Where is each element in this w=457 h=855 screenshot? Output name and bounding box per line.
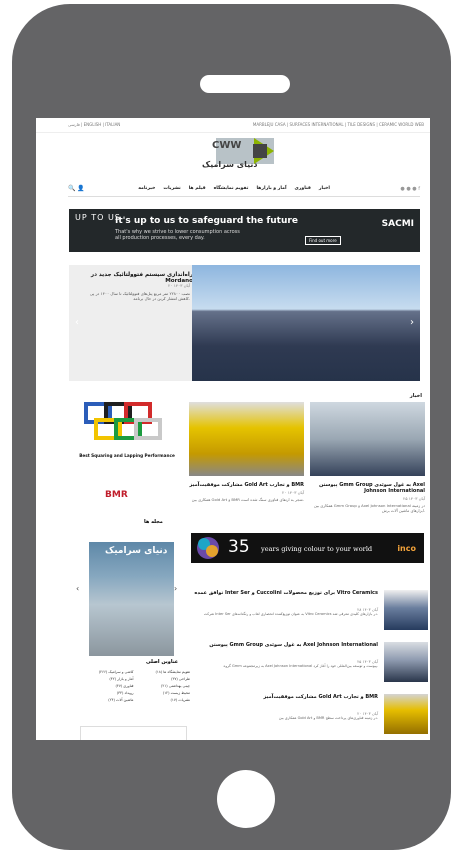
nav-item[interactable]: نشریات [163,186,180,191]
category-item[interactable]: طراحی (۳۷) [137,677,190,681]
nav-item[interactable]: تقویم نمایشگاه [214,186,249,191]
card-title[interactable]: مشارکت موفقیت‌آمیز Gold Art و تجارب BMR [189,482,304,488]
top-links[interactable]: MARBLEJU CASA | SURFACES INTERNATIONAL |… [253,122,424,127]
category-item[interactable]: ماشین آلات (۲۴) [80,698,133,702]
logo-text: دنیای سرامیک [202,160,258,169]
magazine-prev-icon[interactable]: ‹ [76,584,79,593]
categories-title: عناوین اصلی [146,659,179,665]
list-image[interactable] [384,642,428,682]
slider-prev-icon[interactable]: ‹ [75,317,79,328]
list-title[interactable]: پیوستن Gmm Group به غول سوئدی Axel Johns… [192,642,378,648]
category-item[interactable]: نشریات (۱۷) [137,698,191,702]
bottom-box [80,726,187,740]
list-description: گروه Gmm به زیرمجموعه Axel Johnson Inter… [223,664,378,668]
top-bar: فارسی | ENGLISH | ITALIAN MARBLEJU CASA … [36,118,430,133]
logo-mark: CWW [212,140,242,151]
list-description: همکاری بین Gold Art و BMR در زمینه فناور… [278,716,378,720]
inco-logo: inco [397,544,416,553]
news-card[interactable]: مشارکت موفقیت‌آمیز Gold Art و تجارب BMR … [189,402,304,502]
ad2-text: years giving colour to your world [261,545,373,553]
news-card[interactable]: پیوستن Gmm Group به غول سوئدی Axel Johns… [310,402,425,513]
category-list: کاشی و سرامیک (۲۶۶) تقویم نمایشگاه ها (۱… [80,670,190,702]
main-navigation: 🔍 👤 خبرنامه نشریات فیلم ها تقویم نمایشگا… [68,182,420,197]
card-date: ۲۵ آبان ۱۴۰۳ [403,496,425,501]
category-item[interactable]: چینی بهداشتی (۲۱) [137,684,190,688]
magazine-title: دنیای سرامیک [105,546,168,556]
slide-description: نصب ۲۲۸۰۰ متر مربع پنل‌های فتوولتائیک تا… [89,291,190,301]
magazine-cover[interactable]: دنیای سرامیک [89,542,174,656]
category-item[interactable]: کاشی و سرامیک (۲۶۶) [80,670,134,674]
slide-date: ۲۰ آبان ۱۴۰۳ [168,283,190,288]
phone-speaker [200,75,290,93]
bmr-logo[interactable]: BMR [105,490,128,500]
list-image[interactable] [384,590,428,630]
squares-ad[interactable]: Best Squaring and Lapping Performance [74,402,180,462]
nav-item[interactable]: اخبار [319,186,330,191]
card-description: همکاری بین Gmm Group و Axel Johnson Inte… [313,503,425,513]
ad1-text: Best Squaring and Lapping Performance [79,453,175,458]
card-image[interactable] [189,402,304,476]
social-icons[interactable]: ● ● ● f [400,186,420,192]
nav-tools[interactable]: 🔍 👤 [68,185,85,192]
inco-banner[interactable]: 35 years giving colour to your world inc… [191,533,424,563]
list-item[interactable]: توافق عمده Inter Ser و Cuccolini برای تو… [188,590,428,630]
home-button[interactable] [217,770,275,828]
banner-upus-label: UP TO US [75,213,121,222]
card-image[interactable] [310,402,425,476]
list-description: شرکت Inter Ser به عنوان توزیع‌کننده انحص… [203,612,378,616]
slide-text: راه‌اندازی سیستم فتوولتائیک جدید در Mord… [69,265,193,381]
category-item[interactable]: آمار و بازار (۴۲) [80,677,133,681]
banner-button[interactable]: Find out more [305,236,341,245]
category-item[interactable]: تقویم نمایشگاه ها (۱۸) [137,670,190,674]
card-title[interactable]: پیوستن Gmm Group به غول سوئدی Axel Johns… [310,482,425,494]
category-item[interactable]: محیط زیست (۱۲) [137,691,190,695]
nav-item[interactable]: فناوری [295,186,311,191]
list-title[interactable]: توافق عمده Inter Ser و Cuccolini برای تو… [192,590,378,596]
solar-panels-image[interactable] [192,265,420,381]
website-screen: فارسی | ENGLISH | ITALIAN MARBLEJU CASA … [36,118,430,740]
sacmi-logo: SACMI [381,219,414,229]
banner-subtitle: That's why we strive to lower consumptio… [115,229,240,241]
ad2-number: 35 [228,537,250,557]
banner-title: It's up to us to safeguard the future [115,216,298,226]
nav-item[interactable]: فیلم ها [189,186,206,191]
category-item[interactable]: رویداد (۳۳) [80,691,134,695]
category-item[interactable]: فناوری (۴۷) [80,684,133,688]
card-description: همکاری بین Gold Art و BMR منجر به ارتقای… [191,497,304,502]
list-image[interactable] [384,694,428,734]
site-logo[interactable]: CWW دنیای سرامیک [198,138,292,178]
nav-item[interactable]: خبرنامه [138,186,155,191]
list-item[interactable]: مشارکت موفقیت‌آمیز Gold Art و تجارب BMR … [188,694,428,734]
magazine-next-icon[interactable]: › [174,584,177,593]
featured-slider[interactable]: راه‌اندازی سیستم فتوولتائیک جدید در Mord… [69,265,420,381]
list-item[interactable]: پیوستن Gmm Group به غول سوئدی Axel Johns… [188,642,428,682]
slider-next-icon[interactable]: › [410,317,414,328]
magazine-section-title: مجله ها [144,519,163,525]
nav-item[interactable]: آمار و بازارها [256,186,286,191]
card-date: ۲۰ آبان ۱۴۰۳ [282,490,304,495]
list-title[interactable]: مشارکت موفقیت‌آمیز Gold Art و تجارب BMR [192,694,378,700]
language-switcher[interactable]: فارسی | ENGLISH | ITALIAN [68,122,120,127]
sacmi-banner[interactable]: UP TO US It's up to us to safeguard the … [69,209,420,252]
news-section-title: اخبار [409,393,422,399]
